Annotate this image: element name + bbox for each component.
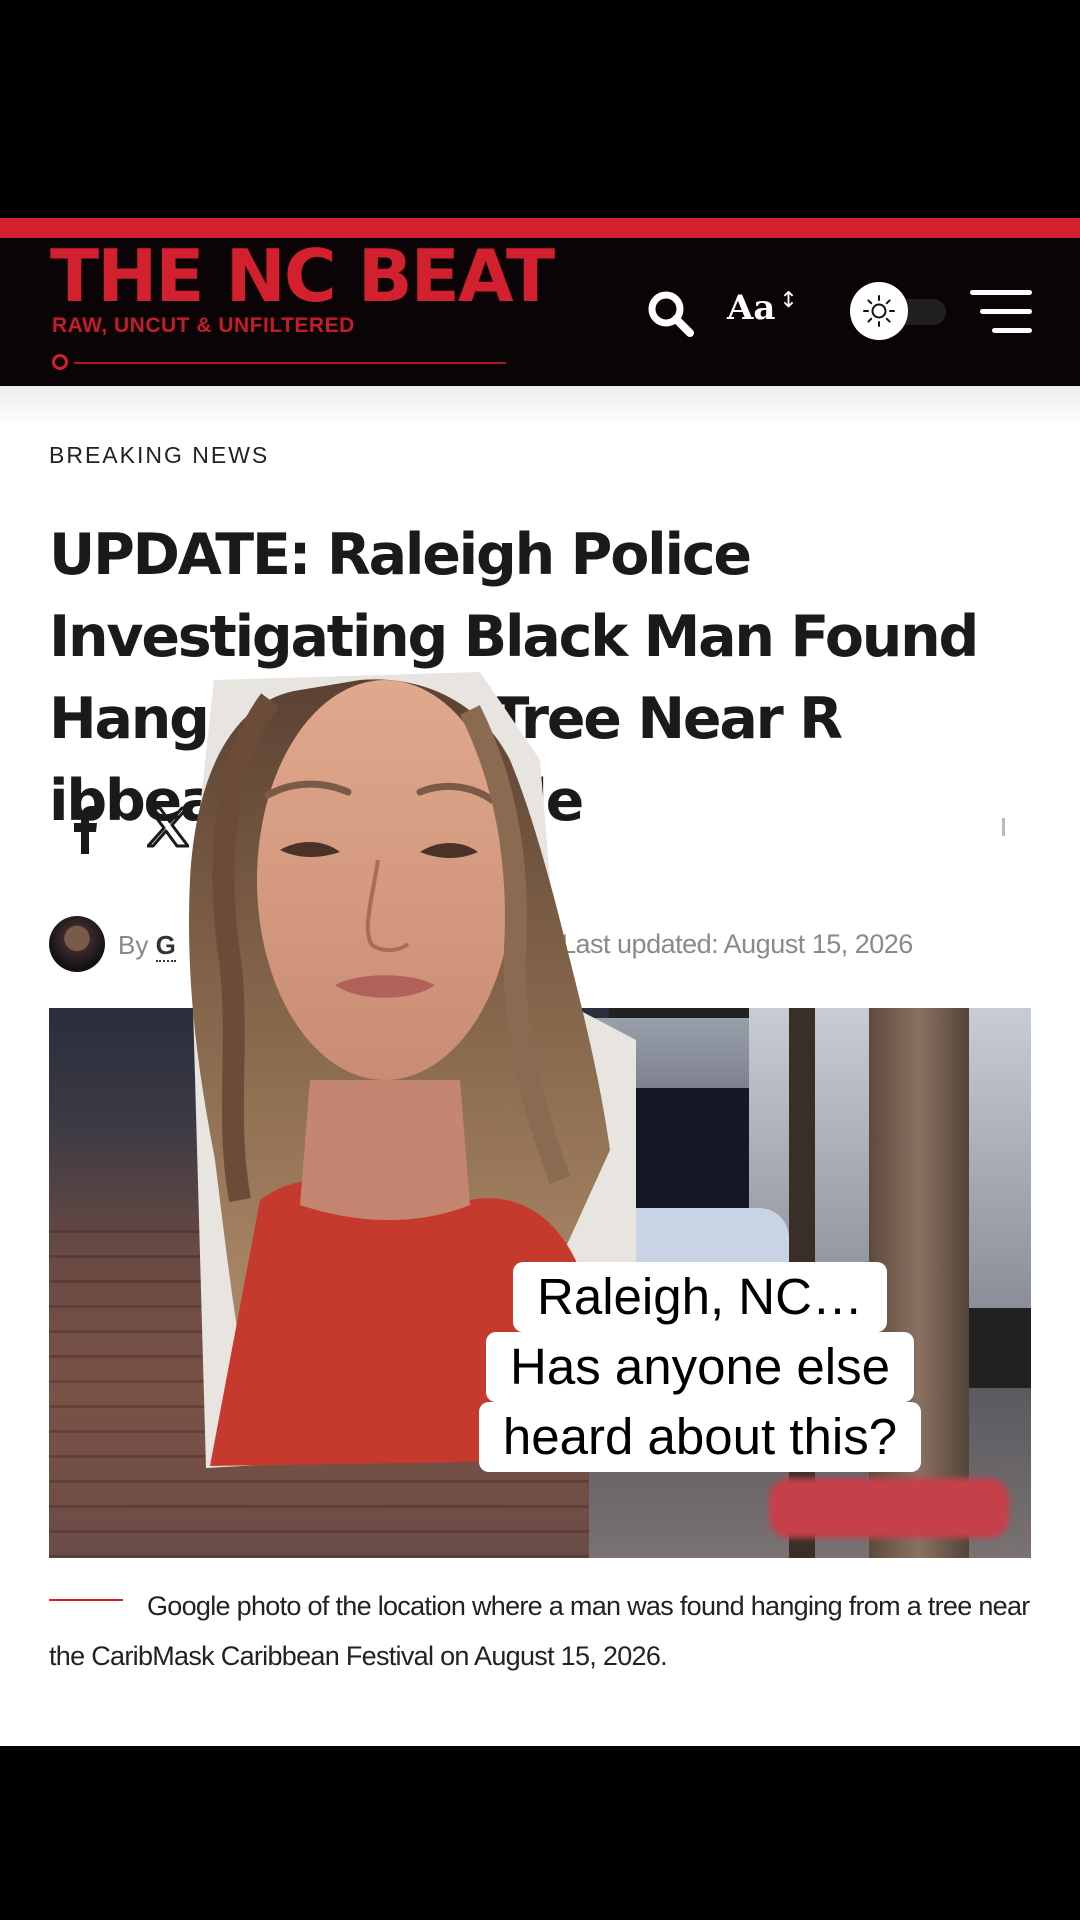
site-tagline: RAW, UNCUT & UNFILTERED (52, 314, 355, 337)
photo-caption: Google photo of the location where a man… (49, 1591, 1030, 1671)
font-size-button[interactable]: Aa ↕ (727, 288, 798, 328)
sun-icon (850, 282, 908, 340)
dark-mode-toggle[interactable] (850, 282, 950, 340)
article: BREAKING NEWS UPDATE: Raleigh Police Inv… (0, 386, 1080, 1746)
logo-dot (52, 354, 68, 370)
subtitle-line: Raleigh, NC… (513, 1262, 887, 1332)
category-label[interactable]: BREAKING NEWS (49, 442, 269, 469)
search-icon[interactable] (645, 288, 695, 338)
header-shadow (0, 386, 1080, 426)
x-icon[interactable] (147, 806, 189, 848)
logo-underline (74, 362, 506, 364)
site-logo[interactable]: THE NC BEAT (50, 236, 555, 316)
last-updated: Last updated: August 15, 2026 (561, 929, 913, 959)
byline: By G (118, 930, 176, 962)
byline-separator: / (535, 934, 541, 956)
author-avatar[interactable] (49, 916, 105, 972)
font-size-arrows-icon: ↕ (779, 288, 798, 313)
byline-prefix: By (118, 930, 149, 960)
font-size-label: Aa (727, 288, 776, 328)
share-divider (1002, 818, 1005, 836)
article-headline: UPDATE: Raleigh Police Investigating Bla… (49, 522, 979, 834)
author-link[interactable]: G (155, 930, 176, 962)
facebook-icon[interactable] (68, 804, 100, 854)
subtitle-caption: Raleigh, NC… Has anyone else heard about… (446, 1262, 954, 1472)
subtitle-line: heard about this? (478, 1402, 922, 1472)
hamburger-menu-icon[interactable] (970, 290, 1032, 334)
subtitle-line: Has anyone else (486, 1332, 914, 1402)
video-frame: { "site": { "title": "THE NC BEAT", "tag… (0, 0, 1080, 1920)
site-header: THE NC BEAT RAW, UNCUT & UNFILTERED Aa ↕ (0, 236, 1080, 386)
